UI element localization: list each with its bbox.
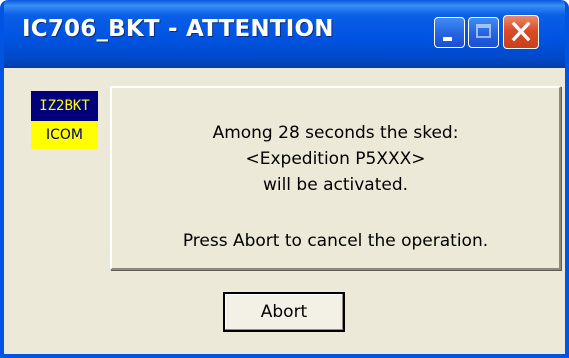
maximize-icon <box>476 24 491 38</box>
abort-instruction-text: Press Abort to cancel the operation. <box>182 231 489 251</box>
minimize-icon <box>443 37 452 41</box>
minimize-button[interactable] <box>434 17 465 48</box>
sked-name-text: <Expedition P5XXX> <box>245 149 426 169</box>
message-panel: Among 28 seconds the sked: <Expedition P… <box>110 86 561 270</box>
callsign-badge: IZ2BKT <box>31 91 98 121</box>
window-title: IC706_BKT - ATTENTION <box>22 16 334 42</box>
attention-dialog: IC706_BKT - ATTENTION IZ2BKT ICOM Among … <box>0 0 569 358</box>
activation-text: will be activated. <box>262 175 409 195</box>
brand-badge: ICOM <box>31 121 98 149</box>
title-bar[interactable]: IC706_BKT - ATTENTION <box>4 0 565 68</box>
close-icon <box>511 21 531 42</box>
maximize-button[interactable] <box>468 17 499 48</box>
close-button[interactable] <box>503 15 539 49</box>
abort-button[interactable]: Abort <box>223 292 345 332</box>
countdown-text: Among 28 seconds the sked: <box>212 123 459 143</box>
